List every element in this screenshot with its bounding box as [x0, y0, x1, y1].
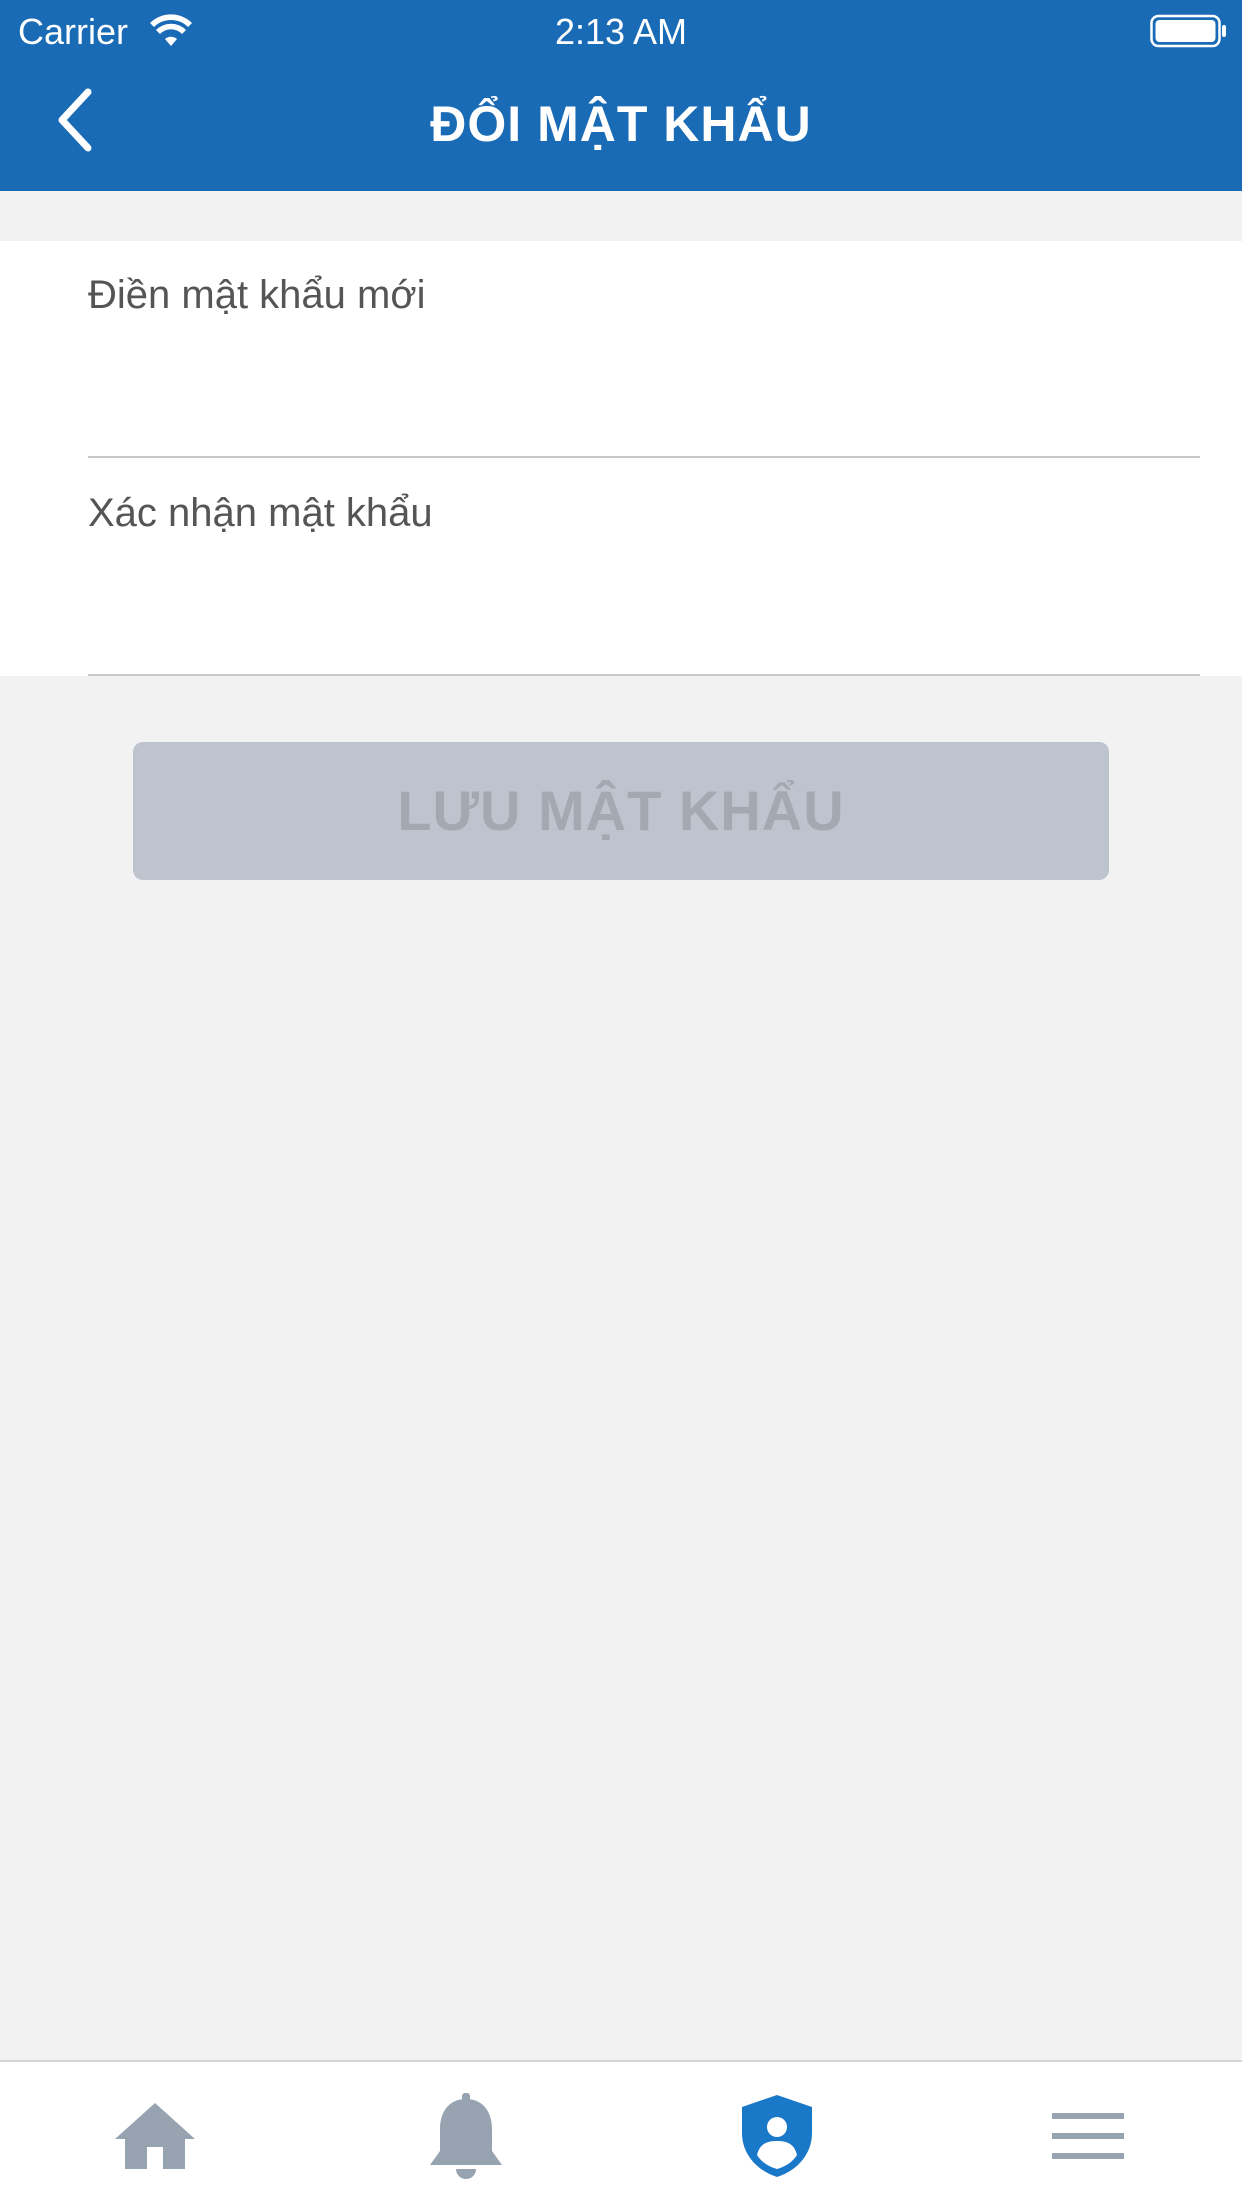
- status-time: 2:13 AM: [554, 11, 688, 52]
- new-password-field: Điền mật khẩu mới: [88, 241, 1204, 458]
- menu-icon: [1052, 2113, 1124, 2159]
- tab-home[interactable]: [75, 2062, 235, 2208]
- shield-user-icon: [742, 2095, 812, 2177]
- page-title: ĐỔI MẬT KHẨU: [430, 96, 812, 152]
- new-password-input[interactable]: [88, 331, 1204, 443]
- top-bar: Carrier 2:13 AM ĐỔI MẬT KHẨU: [0, 0, 1242, 191]
- confirm-password-input[interactable]: [88, 549, 1204, 661]
- battery-icon: [1150, 14, 1226, 48]
- bottom-tab-bar: [0, 2060, 1242, 2208]
- change-password-screen: Carrier 2:13 AM ĐỔI MẬT KHẨU Điền mật kh…: [0, 0, 1242, 2208]
- new-password-label: Điền mật khẩu mới: [88, 273, 426, 317]
- save-password-button[interactable]: LƯU MẬT KHẨU: [133, 742, 1109, 880]
- tab-notifications[interactable]: [386, 2062, 546, 2208]
- confirm-password-field: Xác nhận mật khẩu: [88, 459, 1204, 676]
- bell-icon: [430, 2093, 502, 2179]
- field-divider: [88, 456, 1200, 458]
- home-icon: [115, 2103, 195, 2169]
- tab-account-security[interactable]: [697, 2062, 857, 2208]
- field-divider: [88, 674, 1200, 676]
- tab-menu[interactable]: [1008, 2062, 1168, 2208]
- confirm-password-label: Xác nhận mật khẩu: [88, 491, 433, 535]
- password-form: Điền mật khẩu mới Xác nhận mật khẩu: [0, 241, 1242, 676]
